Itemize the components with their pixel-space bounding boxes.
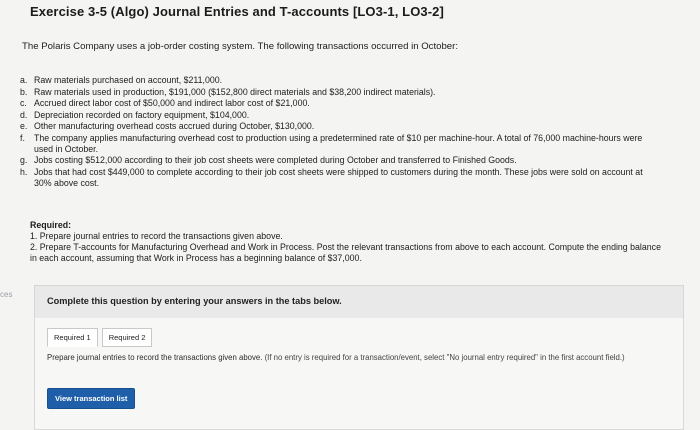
transaction-text: Depreciation recorded on factory equipme… (34, 109, 250, 120)
answer-panel: Required 1 Required 2 Prepare journal en… (34, 318, 684, 430)
instructions-banner: Complete this question by entering your … (34, 285, 684, 321)
tab-bar: Required 1 Required 2 (47, 328, 153, 347)
transaction-list: a. Raw materials purchased on account, $… (20, 75, 660, 189)
transaction-letter: h. (20, 166, 28, 177)
required-heading: Required: (30, 220, 72, 230)
transaction-letter: e. (20, 121, 28, 131)
intro-text: The Polaris Company uses a job-order cos… (22, 41, 459, 52)
transaction-f: f. The company applies manufacturing ove… (20, 133, 660, 155)
transaction-a: a. Raw materials purchased on account, $… (20, 75, 660, 86)
exercise-title: Exercise 3-5 (Algo) Journal Entries and … (30, 4, 444, 19)
sidebar-edge-label: ces (0, 290, 13, 299)
transaction-letter: f. (20, 132, 25, 143)
transaction-letter: d. (20, 109, 28, 120)
transaction-text: Other manufacturing overhead costs accru… (34, 121, 315, 131)
transaction-h: h. Jobs that had cost $449,000 to comple… (20, 167, 660, 189)
transaction-letter: g. (20, 155, 28, 165)
instruction-note: (If no entry is required for a transacti… (264, 353, 625, 362)
transaction-text: Jobs that had cost $449,000 to complete … (34, 166, 643, 188)
transaction-letter: a. (20, 75, 28, 85)
transaction-d: d. Depreciation recorded on factory equi… (20, 110, 660, 121)
transaction-b: b. Raw materials used in production, $19… (20, 87, 660, 98)
transaction-c: c. Accrued direct labor cost of $50,000 … (20, 98, 660, 109)
transaction-text: Raw materials purchased on account, $211… (34, 75, 223, 85)
tab-required-1[interactable]: Required 1 (47, 328, 98, 347)
tab-required-2[interactable]: Required 2 (101, 328, 153, 347)
required-section: Required: 1. Prepare journal entries to … (30, 220, 670, 264)
required-item-2: 2. Prepare T-accounts for Manufacturing … (30, 242, 661, 263)
instruction-main: Prepare journal entries to record the tr… (47, 353, 263, 362)
transaction-text: Raw materials used in production, $191,0… (34, 86, 436, 97)
required-item-1: 1. Prepare journal entries to record the… (30, 231, 283, 241)
transaction-g: g. Jobs costing $512,000 according to th… (20, 155, 660, 166)
tab-instruction: Prepare journal entries to record the tr… (47, 353, 667, 363)
transaction-letter: c. (20, 98, 27, 108)
transaction-letter: b. (20, 86, 28, 97)
transaction-text: The company applies manufacturing overhe… (34, 132, 643, 154)
transaction-text: Accrued direct labor cost of $50,000 and… (34, 98, 310, 108)
banner-text: Complete this question by entering your … (47, 296, 342, 306)
transaction-e: e. Other manufacturing overhead costs ac… (20, 121, 660, 132)
view-transaction-list-button[interactable]: View transaction list (47, 388, 136, 409)
transaction-text: Jobs costing $512,000 according to their… (34, 155, 517, 165)
